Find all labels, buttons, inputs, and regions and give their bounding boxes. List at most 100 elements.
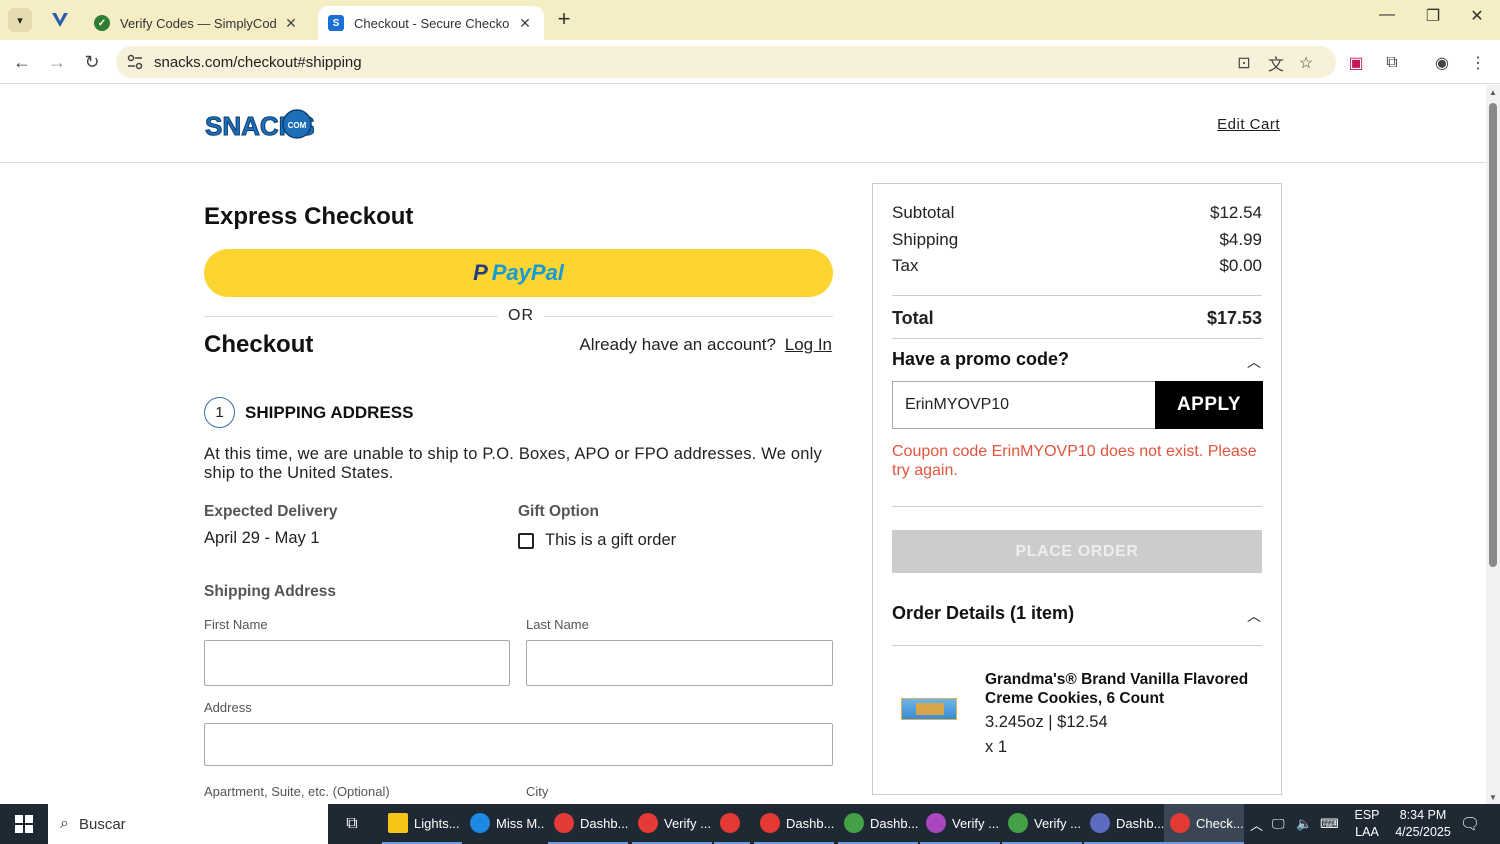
taskbar-app-active[interactable]: Check... [1164, 804, 1244, 844]
notifications-icon[interactable]: 🗨 [1460, 804, 1480, 844]
chevron-up-icon[interactable]: ︿ [1247, 352, 1261, 372]
scroll-down-icon[interactable]: ▼ [1488, 793, 1498, 802]
divider [892, 338, 1262, 339]
svg-text:COM: COM [288, 121, 307, 130]
install-app-icon[interactable]: ⊡ [1234, 53, 1254, 73]
shipping-address-label: Shipping Address [204, 583, 337, 600]
chrome-icon [844, 813, 864, 833]
taskbar-app[interactable]: Dashb... [548, 804, 628, 844]
start-button[interactable] [0, 804, 48, 844]
tab-verify-codes[interactable]: ✓ Verify Codes — SimplyCodes ✕ [84, 6, 310, 40]
show-hidden-icons[interactable]: ︿ [1250, 804, 1263, 844]
site-info-icon[interactable] [126, 53, 144, 71]
subtotal-value: $12.54 [1210, 203, 1262, 222]
scroll-up-icon[interactable]: ▲ [1488, 88, 1498, 97]
product-meta: 3.245oz | $12.54 [985, 713, 1108, 731]
new-tab-button[interactable]: + [552, 8, 576, 32]
translate-icon[interactable]: 文 [1266, 53, 1286, 74]
last-name-label: Last Name [526, 617, 589, 632]
apartment-label: Apartment, Suite, etc. (Optional) [204, 784, 390, 799]
product-name[interactable]: Grandma's® Brand Vanilla Flavored Creme … [985, 670, 1265, 708]
account-prompt-text: Already have an account? [579, 335, 776, 354]
shipping-value: $4.99 [1219, 230, 1262, 249]
pinned-tab[interactable] [46, 8, 74, 32]
address-input[interactable] [204, 723, 833, 766]
total-row: Total $17.53 [892, 308, 1262, 329]
last-name-input[interactable] [526, 640, 833, 686]
close-tab-icon[interactable]: ✕ [516, 15, 534, 32]
taskbar-app[interactable] [714, 804, 750, 844]
tax-label: Tax [892, 256, 919, 275]
taskbar-app[interactable]: Verify ... [1002, 804, 1082, 844]
taskbar-app[interactable]: Dashb... [754, 804, 834, 844]
subtotal-label: Subtotal [892, 203, 955, 222]
taskbar-search[interactable]: ⌕ Buscar [48, 804, 328, 844]
divider [892, 645, 1262, 646]
minimize-icon[interactable]: — [1372, 6, 1402, 24]
network-icon[interactable]: 🖵 [1272, 804, 1285, 844]
chrome-icon [1170, 813, 1190, 833]
edge-icon [470, 813, 490, 833]
profile-icon[interactable]: ◉ [1431, 52, 1453, 74]
snacks-logo[interactable]: SNACKS COM [204, 109, 314, 141]
order-summary: Subtotal $12.54 Shipping $4.99 Tax $0.00… [872, 183, 1282, 795]
taskbar-app[interactable]: Verify ... [632, 804, 712, 844]
maximize-icon[interactable]: ❐ [1418, 6, 1448, 26]
paypal-label: PayPal [491, 260, 564, 285]
clock-date: 4/25/2025 [1395, 825, 1451, 839]
windows-taskbar: ⌕ Buscar ⧉ Lights... Miss M... Dashb... … [0, 804, 1500, 844]
volume-icon[interactable]: 🔈 [1296, 804, 1312, 844]
taskbar-app[interactable]: Verify ... [920, 804, 1000, 844]
taskbar-app[interactable]: Dashb... [1084, 804, 1164, 844]
chrome-icon [720, 813, 740, 833]
place-order-button[interactable]: PLACE ORDER [892, 530, 1262, 573]
taskbar-app[interactable]: Lights... [382, 804, 462, 844]
edit-cart-link[interactable]: Edit Cart [1217, 116, 1280, 133]
bookmark-star-icon[interactable]: ☆ [1296, 53, 1316, 73]
promo-code-toggle[interactable]: Have a promo code? [892, 349, 1069, 370]
chrome-icon [926, 813, 946, 833]
keyboard-icon[interactable]: ⌨ [1320, 804, 1339, 844]
paypal-button[interactable]: P PayPal [204, 249, 833, 297]
menu-kebab-icon[interactable]: ⋮ [1467, 52, 1489, 74]
search-icon: ⌕ [60, 815, 69, 832]
first-name-input[interactable] [204, 640, 510, 686]
site-header: SNACKS COM Edit Cart [0, 85, 1486, 163]
subtotal-row: Subtotal $12.54 [892, 203, 1262, 223]
extensions-puzzle-icon[interactable]: ⧉ [1381, 52, 1403, 74]
address-bar[interactable]: snacks.com/checkout#shipping ⊡ 文 ☆ [116, 46, 1336, 78]
taskbar-app[interactable]: Miss M... [464, 804, 544, 844]
taskbar-app[interactable]: Dashb... [838, 804, 918, 844]
system-clock[interactable]: 8:34 PM 4/25/2025 [1392, 807, 1454, 841]
gift-option-label: Gift Option [518, 503, 599, 520]
tab-checkout[interactable]: S Checkout - Secure Checkout - S ✕ [318, 6, 544, 40]
page-scrollbar[interactable]: ▲ ▼ [1486, 85, 1500, 805]
tax-value: $0.00 [1219, 256, 1262, 275]
order-details-toggle[interactable]: Order Details (1 item) [892, 603, 1074, 624]
forward-icon[interactable]: → [45, 50, 69, 74]
close-window-icon[interactable]: ✕ [1462, 6, 1492, 26]
input-language[interactable]: ESP LAA [1352, 807, 1382, 841]
url-text: snacks.com/checkout#shipping [154, 54, 362, 71]
apply-button[interactable]: APPLY [1155, 381, 1263, 429]
gift-order-checkbox[interactable] [518, 533, 534, 549]
chrome-icon [554, 813, 574, 833]
back-icon[interactable]: ← [10, 50, 34, 74]
first-name-label: First Name [204, 617, 268, 632]
close-tab-icon[interactable]: ✕ [282, 15, 300, 32]
extension-icon[interactable]: ▣ [1345, 52, 1367, 74]
task-view-icon[interactable]: ⧉ [334, 804, 370, 844]
login-link[interactable]: Log In [785, 335, 832, 354]
promo-code-input[interactable]: ErinMYOVP10 [892, 381, 1155, 429]
shipping-label: Shipping [892, 230, 959, 249]
scroll-thumb[interactable] [1489, 103, 1497, 567]
reload-icon[interactable]: ↻ [80, 50, 104, 74]
checkout-heading: Checkout [204, 331, 314, 358]
windows-logo-icon [15, 815, 33, 833]
tab-strip: ▾ ✓ Verify Codes — SimplyCodes ✕ S Check… [0, 0, 1500, 40]
browser-toolbar: ← → ↻ snacks.com/checkout#shipping ⊡ 文 ☆… [0, 40, 1500, 84]
shipping-notice: At this time, we are unable to ship to P… [204, 445, 822, 482]
tab-search-button[interactable]: ▾ [8, 8, 32, 32]
chevron-up-icon[interactable]: ︿ [1247, 606, 1261, 626]
or-separator: OR [498, 307, 544, 325]
